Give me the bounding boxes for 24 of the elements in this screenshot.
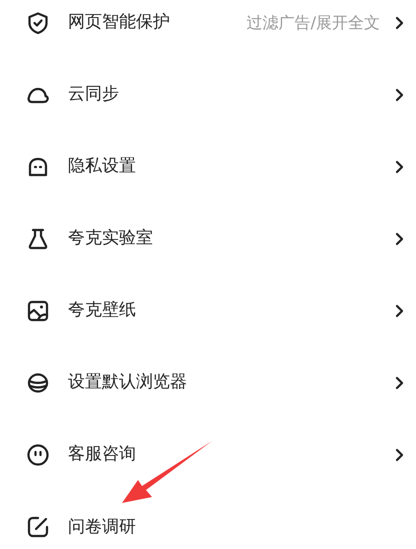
settings-item[interactable]: 客服咨询	[0, 419, 416, 491]
item-value: 过滤广告/展开全文	[246, 12, 380, 34]
item-label: 夸克实验室	[68, 227, 153, 250]
settings-item[interactable]: 网页智能保护 过滤广告/展开全文	[0, 0, 416, 59]
ghost-face-icon	[26, 155, 50, 179]
flask-icon	[26, 227, 50, 251]
item-label: 隐私设置	[68, 155, 136, 178]
image-icon	[26, 299, 50, 323]
item-label: 设置默认浏览器	[68, 371, 187, 394]
item-label: 云同步	[68, 83, 119, 106]
settings-item[interactable]: 夸克壁纸	[0, 275, 416, 347]
settings-item[interactable]: 问卷调研	[0, 491, 416, 549]
database-icon	[26, 371, 50, 395]
item-label: 问卷调研	[68, 516, 136, 539]
settings-item[interactable]: 隐私设置	[0, 131, 416, 203]
settings-item[interactable]: 云同步	[0, 59, 416, 131]
item-label: 网页智能保护	[68, 11, 170, 34]
settings-item[interactable]: 设置默认浏览器	[0, 347, 416, 419]
smile-face-icon	[26, 443, 50, 467]
shield-check-icon	[26, 11, 50, 35]
item-label: 客服咨询	[68, 443, 136, 466]
settings-item[interactable]: 夸克实验室	[0, 203, 416, 275]
item-label: 夸克壁纸	[68, 299, 136, 322]
edit-icon	[26, 515, 50, 539]
